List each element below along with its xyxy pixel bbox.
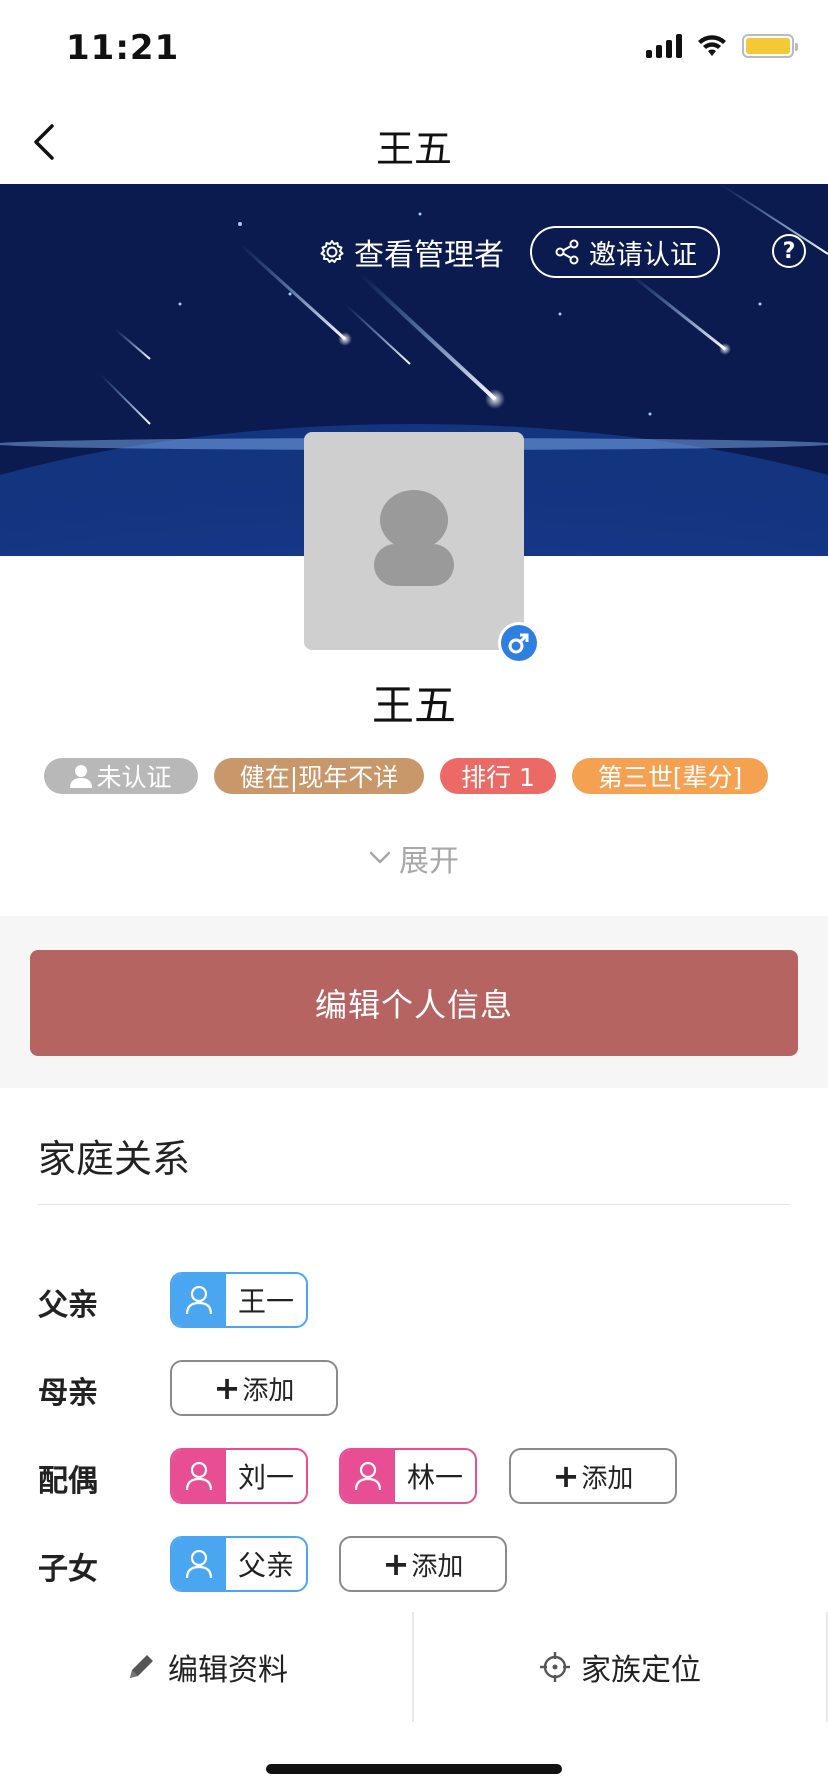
children-label: 子女	[38, 1552, 98, 1587]
person-icon	[172, 1450, 226, 1502]
family-locate-label: 家族定位	[581, 1653, 701, 1688]
edit-personal-info-button[interactable]: 编辑个人信息	[30, 950, 798, 1056]
spouse-chip[interactable]: 林一	[339, 1448, 477, 1504]
auth-status-tag: 未认证	[44, 758, 198, 794]
edit-profile-label: 编辑资料	[168, 1653, 288, 1688]
spouse-name: 林一	[406, 1461, 463, 1494]
status-icons	[646, 34, 798, 58]
spouse-label: 配偶	[38, 1464, 98, 1499]
person-icon	[172, 1538, 226, 1590]
children-row: 子女 父亲 + 添加	[0, 1536, 828, 1592]
child-name: 父亲	[237, 1549, 294, 1582]
plus-icon: +	[552, 1457, 580, 1495]
add-child-button[interactable]: + 添加	[339, 1536, 507, 1592]
bottom-action-bar: 编辑资料 家族定位	[0, 1612, 828, 1722]
person-icon	[341, 1450, 395, 1502]
spouse-name: 刘一	[237, 1461, 294, 1494]
profile-tags: 未认证 健在|现年不详 排行 1 第三世[辈分]	[0, 758, 828, 794]
family-section-title: 家庭关系	[38, 1137, 191, 1181]
page-title: 王五	[375, 127, 452, 171]
male-icon	[508, 633, 529, 654]
invite-verify-button[interactable]: 邀请认证	[530, 226, 720, 278]
father-name: 王一	[237, 1285, 294, 1318]
add-label: 添加	[411, 1551, 464, 1582]
auth-status-label: 未认证	[96, 763, 172, 792]
pencil-icon	[130, 1655, 153, 1678]
signal-icon	[646, 34, 682, 58]
battery-icon	[742, 34, 798, 58]
expand-label: 展开	[399, 844, 459, 879]
help-icon[interactable]: ?	[772, 234, 806, 268]
crosshair-icon	[540, 1652, 570, 1682]
expand-button[interactable]: 展开	[0, 836, 828, 880]
plus-icon: +	[382, 1545, 410, 1583]
add-label: 添加	[242, 1375, 295, 1406]
person-icon	[172, 1274, 226, 1326]
add-spouse-button[interactable]: + 添加	[509, 1448, 677, 1504]
avatar[interactable]	[304, 432, 524, 650]
add-label: 添加	[581, 1463, 634, 1494]
status-bar: 11:21	[0, 0, 828, 100]
edit-profile-button[interactable]: 编辑资料	[0, 1612, 412, 1722]
plus-icon: +	[213, 1369, 241, 1407]
spouse-row: 配偶 刘一 林一 + 添加	[0, 1448, 828, 1504]
chevron-down-icon	[369, 851, 391, 864]
nav-bar: 王五	[0, 100, 828, 184]
life-status-tag: 健在|现年不详	[214, 758, 424, 794]
rank-tag: 排行 1	[440, 758, 556, 794]
profile-name: 王五	[371, 681, 456, 730]
gear-icon	[320, 240, 344, 263]
family-locate-button[interactable]: 家族定位	[414, 1612, 826, 1722]
view-admin-label: 查看管理者	[354, 238, 504, 273]
generation-tag: 第三世[辈分]	[572, 758, 768, 794]
wifi-icon	[698, 35, 726, 56]
mother-label: 母亲	[38, 1376, 98, 1411]
default-avatar-icon	[374, 490, 454, 586]
home-indicator[interactable]	[266, 1764, 562, 1774]
mother-row: 母亲 + 添加	[0, 1360, 828, 1416]
divider	[38, 1204, 790, 1205]
father-label: 父亲	[38, 1288, 98, 1323]
share-icon	[555, 239, 579, 265]
spouse-chip[interactable]: 刘一	[170, 1448, 308, 1504]
child-chip[interactable]: 父亲	[170, 1536, 308, 1592]
battery-level	[746, 38, 790, 54]
banner-toolbar: 查看管理者 邀请认证 ?	[0, 226, 828, 278]
view-admin-button[interactable]: 查看管理者	[318, 226, 504, 278]
add-mother-button[interactable]: + 添加	[170, 1360, 338, 1416]
invite-verify-label: 邀请认证	[589, 239, 697, 271]
father-row: 父亲 王一	[0, 1272, 828, 1328]
gender-male-badge	[498, 622, 540, 664]
person-icon	[70, 765, 93, 788]
father-chip[interactable]: 王一	[170, 1272, 308, 1328]
status-time: 11:21	[66, 28, 180, 68]
edit-section: 编辑个人信息	[0, 916, 828, 1088]
